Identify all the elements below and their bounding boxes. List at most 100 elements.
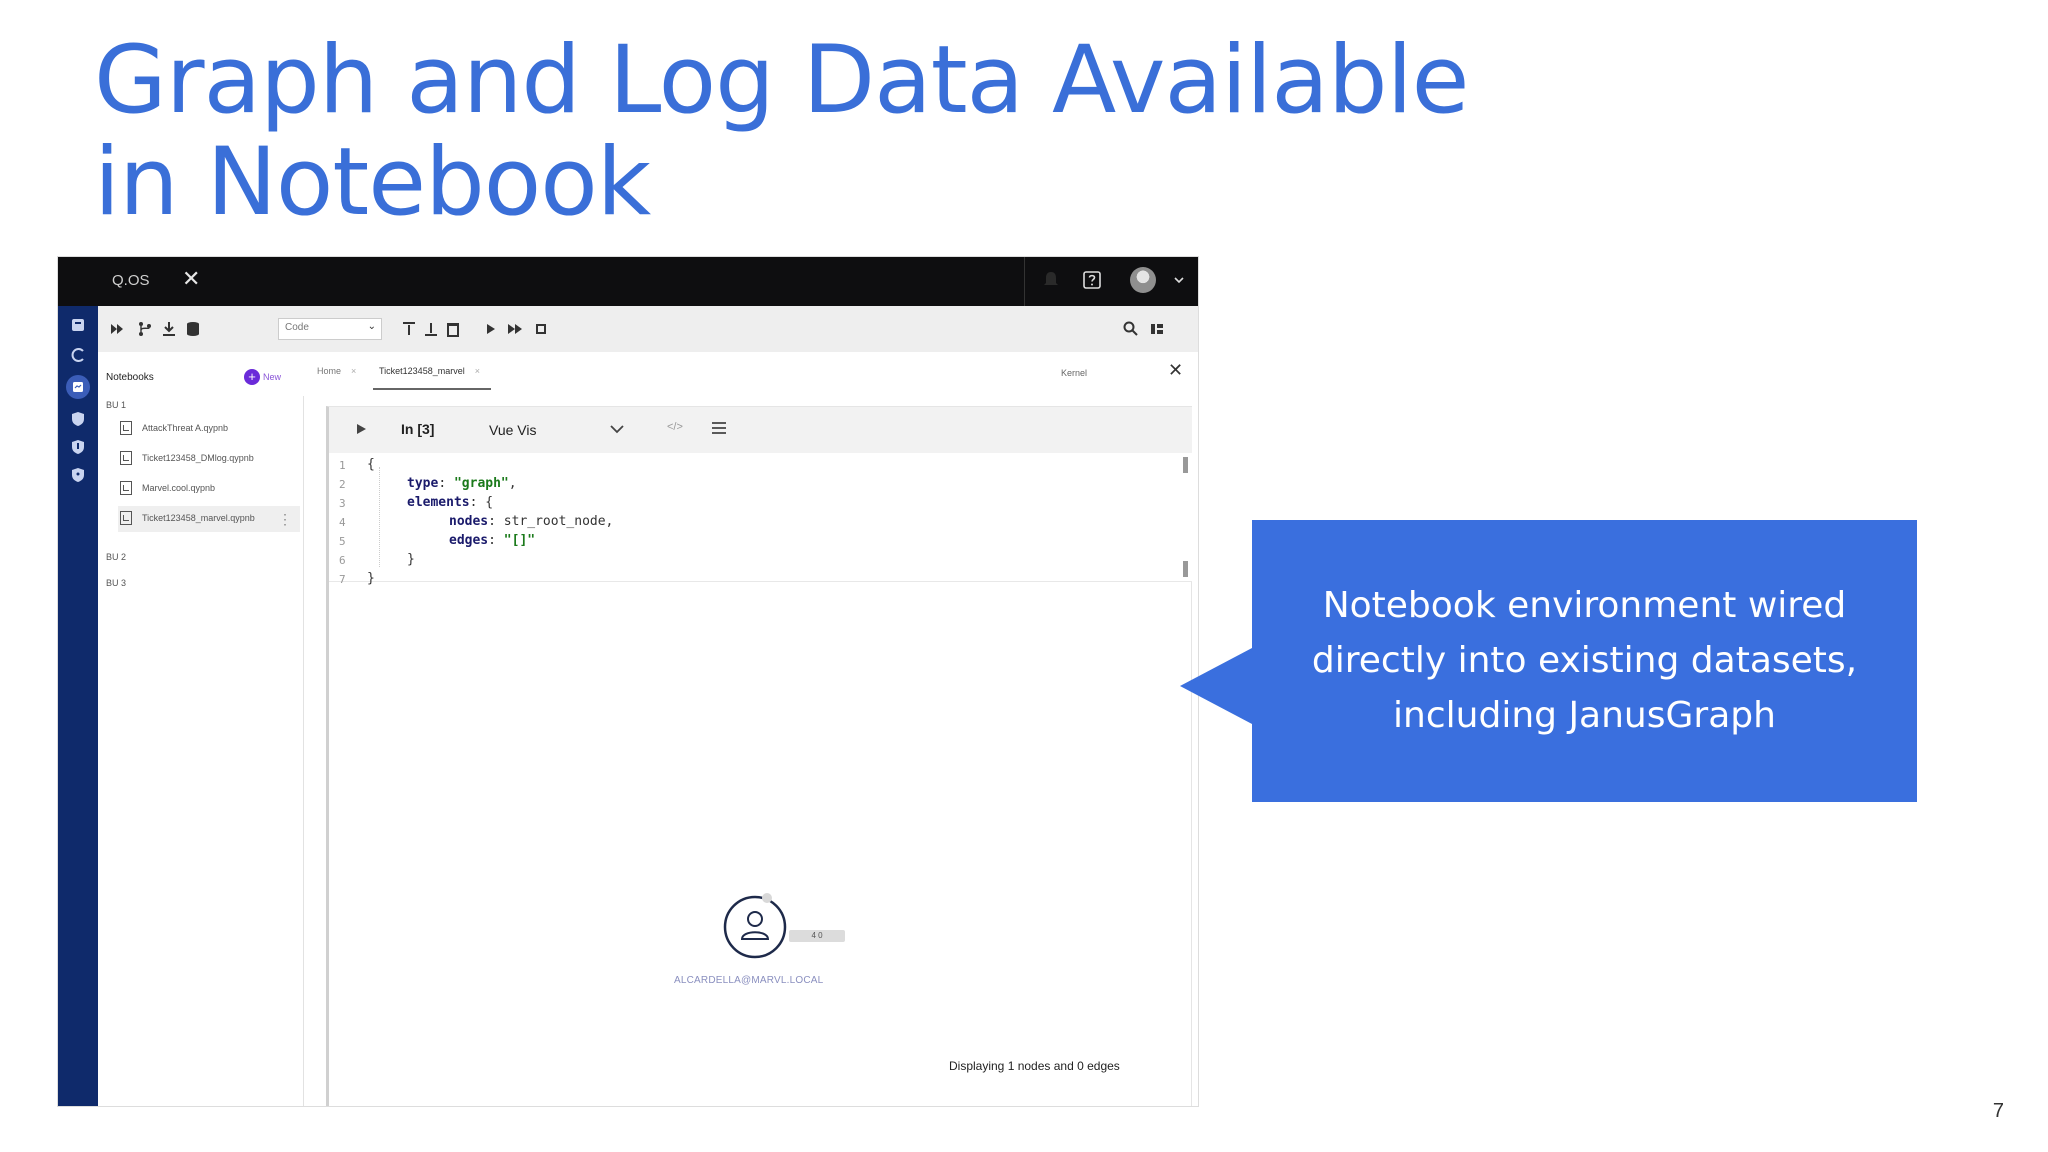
- menu-icon[interactable]: [711, 421, 727, 435]
- info-icon[interactable]: [69, 466, 87, 484]
- close-app-button[interactable]: ✕: [182, 266, 200, 292]
- notebook-tabs: Home × Ticket123458_marvel × Kernel ✕: [303, 352, 1198, 396]
- notebook-file-icon: [120, 421, 132, 435]
- sidebar-notebook-item[interactable]: AttackThreat A.qypnb: [118, 416, 300, 442]
- line-number: 1: [339, 459, 346, 472]
- notebook-cell: In [3] Vue Vis </> 1 2 3 4 5 6 7 { type:…: [326, 406, 1192, 1106]
- sidebar-notebook-item[interactable]: Marvel.cool.qypnb: [118, 476, 300, 502]
- page-number: 7: [1992, 1100, 2004, 1122]
- database-icon[interactable]: [69, 316, 87, 334]
- graph-status-text: Displaying 1 nodes and 0 edges: [949, 1059, 1120, 1073]
- notebook-nav-icon[interactable]: [65, 374, 91, 400]
- cell-header: In [3] Vue Vis </>: [329, 407, 1192, 453]
- editor-scrollbar-thumb[interactable]: [1183, 457, 1188, 473]
- move-bottom-icon[interactable]: [422, 320, 440, 338]
- download-icon[interactable]: [160, 320, 178, 338]
- line-number: 5: [339, 535, 346, 548]
- callout-line-1: Notebook environment wired: [1322, 585, 1847, 626]
- code-line-1: {: [367, 457, 375, 472]
- callout-line-3: including JanusGraph: [1393, 695, 1776, 736]
- notebook-name: Ticket123458_DMlog.qypnb: [142, 453, 254, 463]
- user-avatar[interactable]: [1130, 267, 1156, 293]
- run-all-icon[interactable]: [108, 320, 126, 338]
- sidebar-group[interactable]: BU 2: [106, 552, 126, 562]
- tab-home[interactable]: Home ×: [317, 366, 356, 376]
- fast-forward-icon[interactable]: [506, 320, 524, 338]
- notebook-file-icon: [120, 481, 132, 495]
- more-options-icon[interactable]: ⋮: [278, 511, 292, 528]
- code-editor[interactable]: 1 2 3 4 5 6 7 { type: "graph", elements:…: [329, 453, 1192, 586]
- execution-count: In [3]: [401, 421, 435, 437]
- new-notebook-label: New: [263, 371, 282, 382]
- code-line-5: edges: "[]": [449, 533, 536, 548]
- code-line-7: }: [367, 571, 375, 586]
- cell-type-select[interactable]: Code ⌄: [278, 318, 382, 340]
- alert-icon[interactable]: [69, 438, 87, 456]
- code-string: "graph": [453, 476, 509, 491]
- code-text: str_root_node,: [503, 514, 614, 529]
- search-icon[interactable]: [1122, 320, 1140, 338]
- callout-line-2: directly into existing datasets,: [1311, 640, 1858, 681]
- notebook-screenshot: Q.OS ✕ Code ⌄ Notebooks + New BU 1 AttackT: [58, 257, 1198, 1106]
- indent-guide: [379, 467, 381, 567]
- line-number-gutter: 1 2 3 4 5 6 7: [329, 453, 357, 586]
- cell-type-select-value: Code: [285, 322, 309, 333]
- cell-type-label[interactable]: Vue Vis: [489, 422, 536, 438]
- code-line-3: elements: {: [407, 495, 493, 510]
- plus-icon: +: [244, 368, 260, 385]
- code-key: type: [407, 476, 439, 491]
- notebook-file-icon: [120, 451, 132, 465]
- notebook-file-icon: [120, 511, 132, 525]
- close-icon[interactable]: ×: [351, 366, 356, 376]
- kernel-label[interactable]: Kernel: [1061, 368, 1087, 378]
- run-cell-icon[interactable]: [355, 423, 367, 435]
- code-line-4: nodes: str_root_node,: [449, 514, 614, 529]
- line-number: 3: [339, 497, 346, 510]
- graph-node-badge: 4 0: [789, 930, 845, 942]
- tab-active-label: Ticket123458_marvel: [379, 366, 465, 376]
- chevron-down-icon[interactable]: [1172, 273, 1186, 287]
- database-stack-icon[interactable]: [184, 320, 202, 338]
- branch-icon[interactable]: [136, 320, 154, 338]
- code-line-2: type: "graph",: [407, 476, 517, 491]
- app-name: Q.OS: [112, 272, 150, 289]
- close-panel-button[interactable]: ✕: [1168, 360, 1183, 381]
- delete-icon[interactable]: [444, 320, 462, 338]
- security-shield-icon[interactable]: [69, 410, 87, 428]
- close-icon[interactable]: ×: [475, 366, 480, 376]
- sidebar-group[interactable]: BU 3: [106, 578, 126, 588]
- notification-bell-icon[interactable]: [1042, 270, 1060, 290]
- chevron-down-icon: ⌄: [367, 321, 376, 332]
- slide-title-line-1: Graph and Log Data Available: [94, 26, 1470, 135]
- left-navigation-rail: [58, 306, 98, 1106]
- code-key: edges: [449, 533, 489, 548]
- chevron-down-icon[interactable]: [609, 423, 625, 435]
- move-top-icon[interactable]: [400, 320, 418, 338]
- slide-title: Graph and Log Data Available in Notebook: [94, 26, 1470, 237]
- sidebar-notebook-item[interactable]: Ticket123458_DMlog.qypnb: [118, 446, 300, 472]
- run-cell-icon[interactable]: [482, 320, 500, 338]
- callout-text: Notebook environment wired directly into…: [1252, 578, 1917, 743]
- help-icon[interactable]: [1082, 270, 1102, 290]
- new-notebook-button[interactable]: + New: [244, 368, 281, 386]
- code-toggle-icon[interactable]: </>: [667, 421, 683, 433]
- line-number: 2: [339, 478, 346, 491]
- app-top-bar: Q.OS ✕: [58, 257, 1198, 306]
- graph-node-user-icon[interactable]: [721, 893, 789, 961]
- notebook-toolbar: Code ⌄: [98, 306, 1198, 353]
- tab-active-notebook[interactable]: Ticket123458_marvel ×: [379, 366, 480, 376]
- sidebar-notebook-item-active[interactable]: Ticket123458_marvel.qypnb ⋮: [118, 506, 300, 532]
- sidebar-group[interactable]: BU 1: [106, 400, 126, 410]
- editor-scrollbar-thumb[interactable]: [1183, 561, 1188, 577]
- notebooks-sidebar: Notebooks + New BU 1 AttackThreat A.qypnb…: [98, 352, 304, 1106]
- code-key: nodes: [449, 514, 489, 529]
- top-bar-divider: [1024, 257, 1025, 306]
- notebook-name: Marvel.cool.qypnb: [142, 483, 216, 493]
- slide-title-line-2: in Notebook: [94, 128, 651, 237]
- notebooks-header: Notebooks: [106, 372, 154, 383]
- line-number: 7: [339, 573, 346, 586]
- layout-grid-icon[interactable]: [1148, 320, 1166, 338]
- refresh-icon[interactable]: [69, 346, 87, 364]
- callout-pointer: [1180, 648, 1252, 724]
- stop-icon[interactable]: [532, 320, 550, 338]
